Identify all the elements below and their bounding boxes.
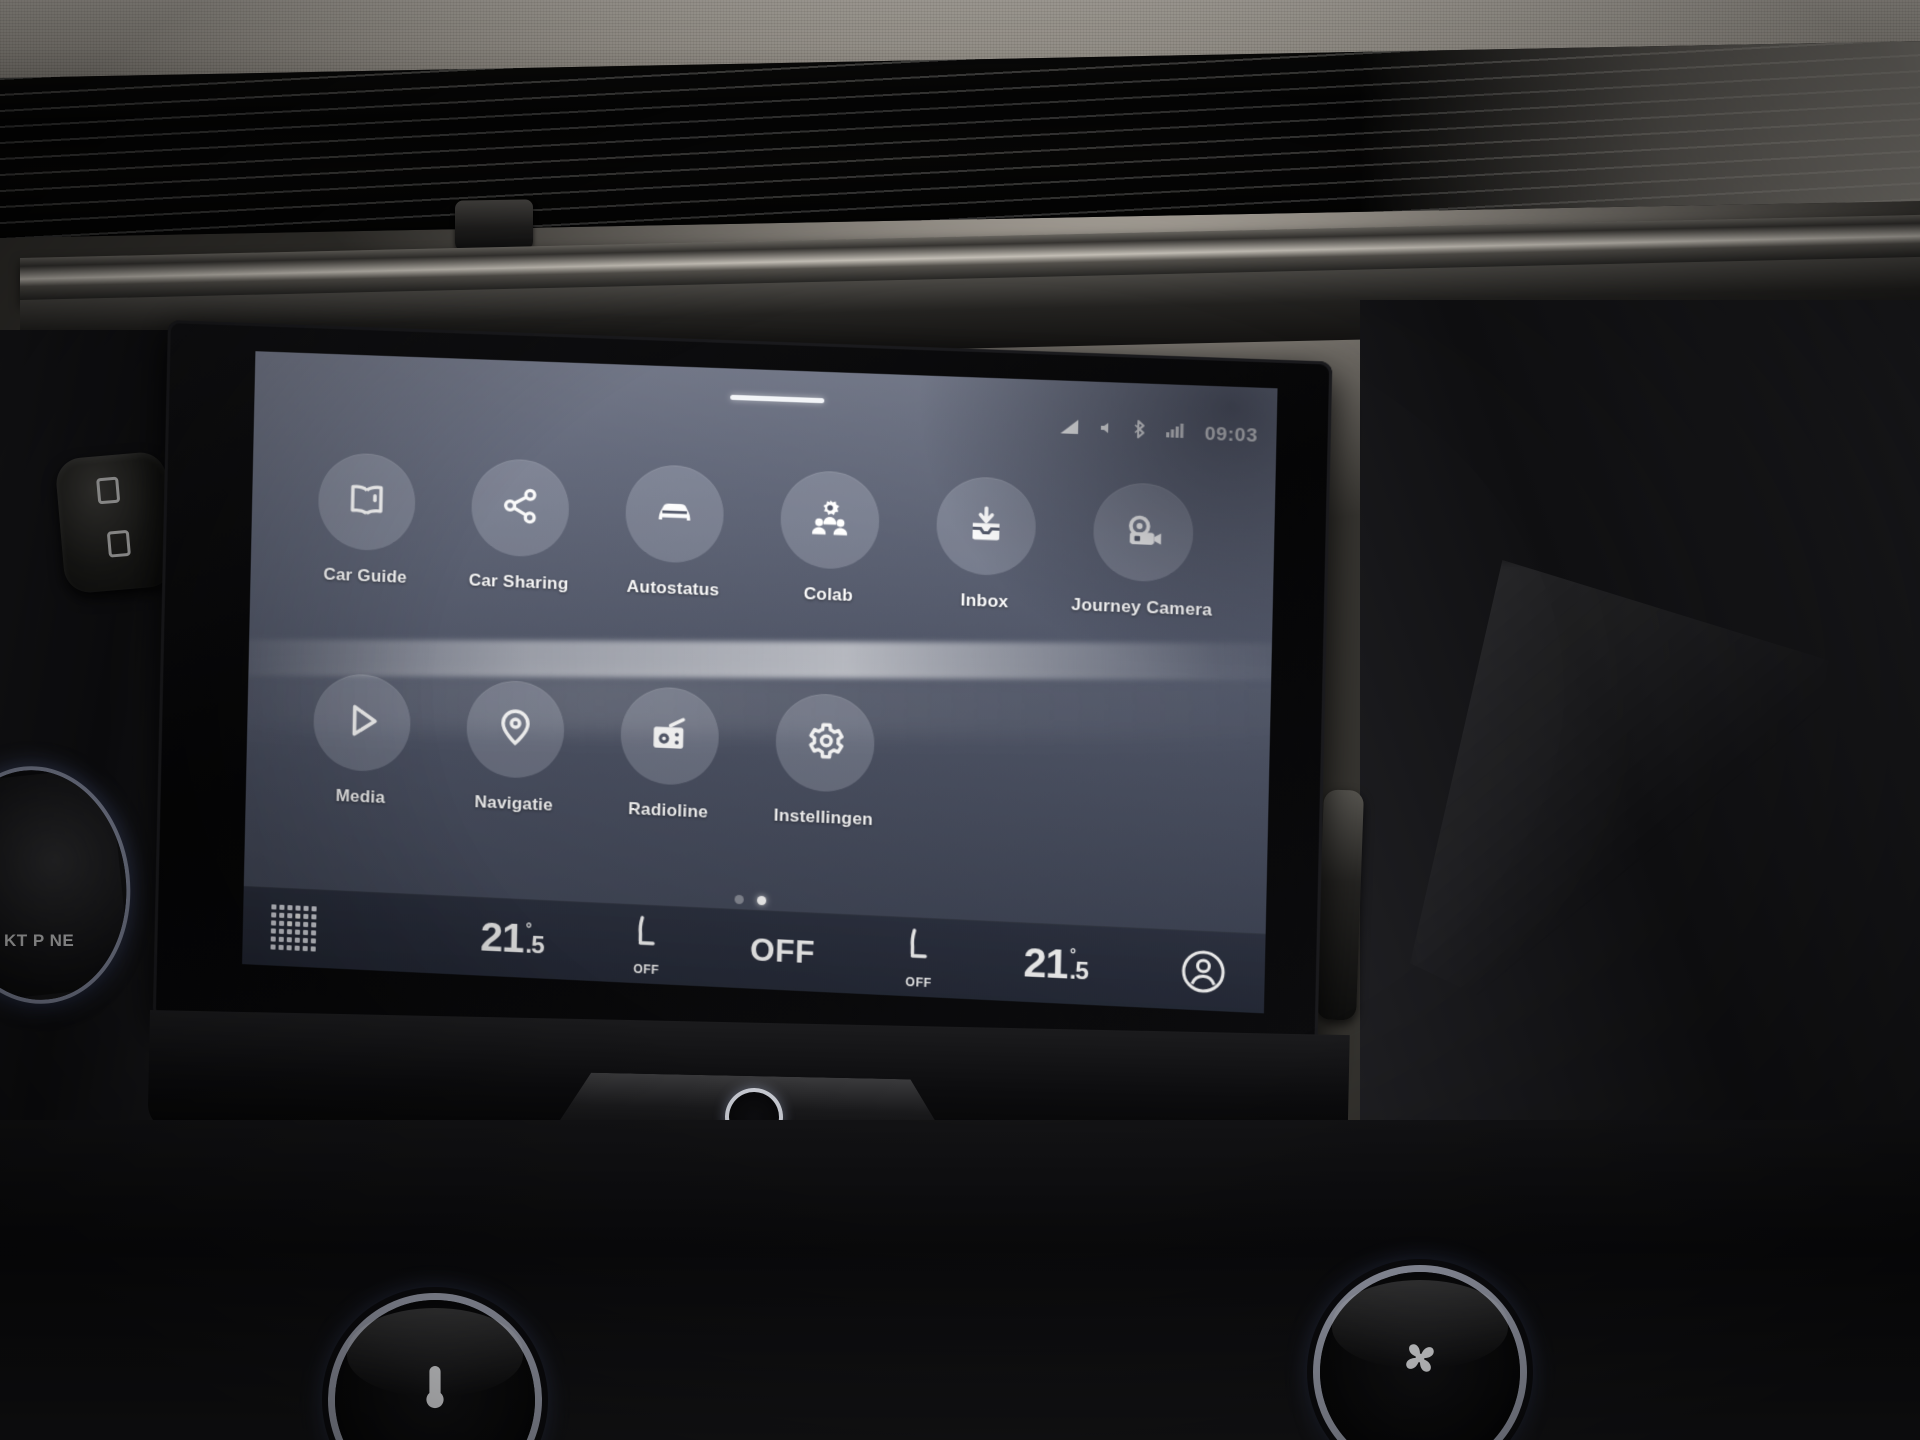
right-temp-fraction: .5 <box>1069 957 1089 986</box>
seat-heater-icon <box>900 926 938 975</box>
app-icon-background <box>935 475 1037 577</box>
book-icon <box>345 477 388 526</box>
app-colab[interactable]: Colab <box>752 469 907 609</box>
left-temp-fraction: .5 <box>525 931 544 960</box>
app-car-guide[interactable]: Car Guide <box>291 451 443 589</box>
app-label: Media <box>335 785 386 808</box>
app-icon-background <box>774 692 876 794</box>
app-icon-background <box>619 685 720 787</box>
app-label: Radioline <box>628 798 709 822</box>
right-temperature[interactable]: 21 ° .5 <box>1023 940 1089 988</box>
app-car-sharing[interactable]: Car Sharing <box>444 457 597 596</box>
air-vent-tab-left[interactable] <box>455 199 533 251</box>
app-label: Car Guide <box>323 564 408 587</box>
app-label: Journey Camera <box>1071 594 1213 620</box>
app-label: Autostatus <box>626 576 720 600</box>
mirror-left-icon <box>96 476 121 505</box>
app-icon-background <box>1092 481 1195 584</box>
camera-icon <box>1120 506 1167 558</box>
inbox-icon <box>964 501 1008 550</box>
left-seat-heater-button[interactable]: OFF <box>628 913 666 977</box>
left-temp-value: 21 <box>479 915 524 962</box>
page-dot-2[interactable] <box>756 895 766 906</box>
user-profile-icon[interactable] <box>1179 947 1228 1001</box>
play-icon <box>339 697 384 748</box>
mirror-right-icon <box>106 529 131 558</box>
radio-icon <box>648 711 692 760</box>
side-vent-tab[interactable] <box>1315 789 1365 1021</box>
lower-dashboard <box>0 1120 1920 1440</box>
car-front-icon <box>652 488 698 539</box>
right-temp-value: 21 <box>1023 940 1068 988</box>
drive-mode-label: KT P NE <box>4 931 75 950</box>
app-icon-background <box>470 457 570 559</box>
app-autostatus[interactable]: Autostatus <box>597 463 751 602</box>
app-icon-background <box>312 672 412 774</box>
infotainment-display-unit: 09:03 Car Guide Car Sharing Autostatus C… <box>152 320 1333 1078</box>
left-temperature[interactable]: 21 ° .5 <box>479 915 544 962</box>
app-media[interactable]: Media <box>286 671 438 810</box>
fan-state-button[interactable]: OFF <box>750 932 816 972</box>
app-icon-background <box>465 678 566 780</box>
group-network-icon <box>807 494 853 545</box>
app-instellingen[interactable]: Instellingen <box>747 691 902 831</box>
right-seat-heater-state: OFF <box>905 974 932 991</box>
thermometer-icon <box>335 1362 535 1418</box>
app-grid-icon[interactable] <box>268 902 321 962</box>
seat-heater-icon <box>628 913 666 962</box>
app-radioline[interactable]: Radioline <box>593 684 747 824</box>
gear-icon <box>803 718 847 767</box>
right-seat-heater-button[interactable]: OFF <box>900 926 938 991</box>
app-journey-camera[interactable]: Journey Camera <box>1065 480 1221 621</box>
fan-icon <box>1320 1334 1520 1382</box>
app-navigatie[interactable]: Navigatie <box>439 678 592 817</box>
app-icon-background <box>624 463 725 565</box>
left-seat-heater-state: OFF <box>633 961 660 978</box>
app-label: Instellingen <box>773 805 874 830</box>
map-pin-icon <box>494 705 538 754</box>
dashboard-photo: KT P NE 09:03 Car Guide Car Sharing Auto… <box>0 0 1920 1440</box>
app-inbox[interactable]: Inbox <box>908 474 1063 614</box>
app-label: Navigatie <box>474 792 554 815</box>
mirror-adjust-switch[interactable] <box>54 450 176 595</box>
app-icon-background <box>317 451 417 553</box>
app-label: Inbox <box>960 590 1009 612</box>
touchscreen[interactable]: 09:03 Car Guide Car Sharing Autostatus C… <box>242 351 1278 1014</box>
app-label: Car Sharing <box>468 570 569 594</box>
page-dot-1[interactable] <box>733 894 744 905</box>
app-icon-background <box>779 469 881 571</box>
share-icon <box>498 483 542 532</box>
app-label: Colab <box>803 583 854 606</box>
